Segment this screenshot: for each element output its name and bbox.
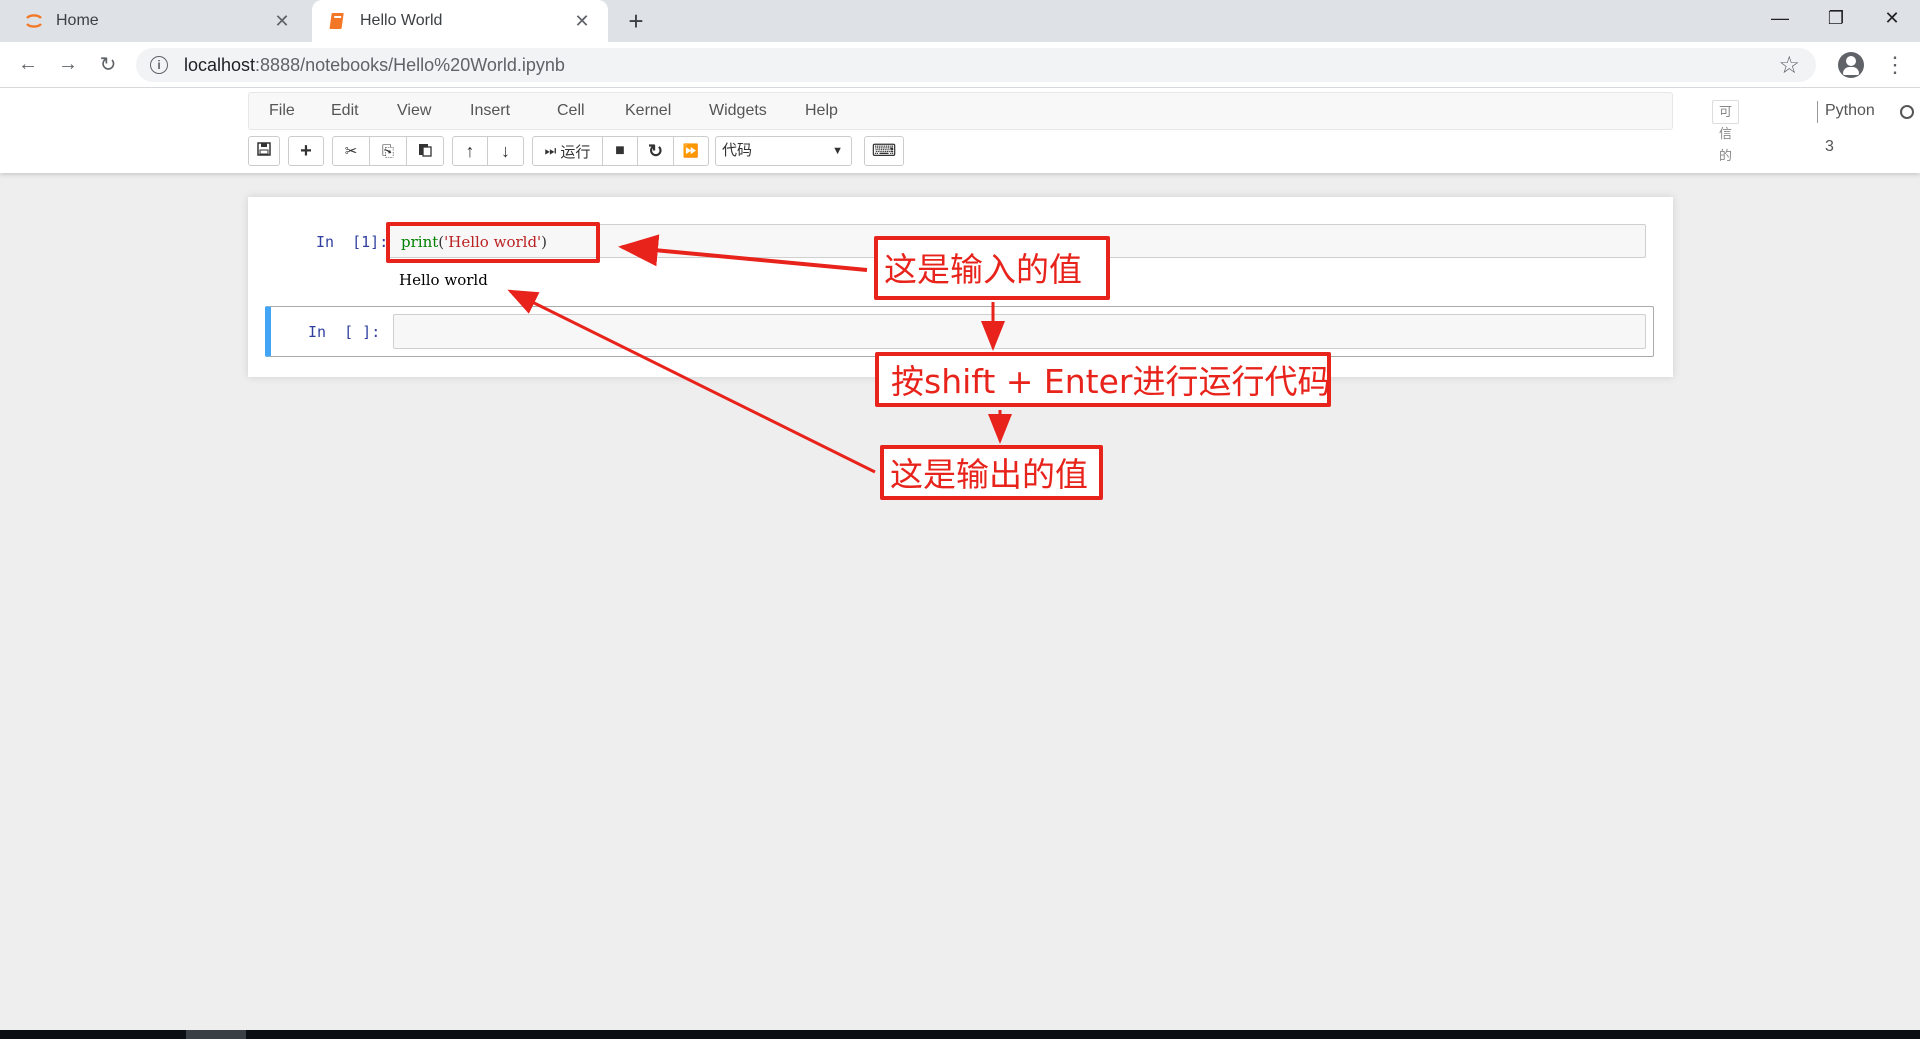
input-prompt: In [1]: <box>316 233 389 251</box>
annotation-input-text: 这是输入的值 <box>884 250 1082 289</box>
annotation-output: 这是输出的值 <box>880 445 1103 500</box>
menu-widgets[interactable]: Widgets <box>697 93 779 129</box>
save-button[interactable] <box>248 136 280 166</box>
arrow-down-icon: ↓ <box>501 140 510 161</box>
cell-output: Hello world <box>399 271 488 289</box>
info-icon[interactable]: i <box>150 56 168 74</box>
window-controls: — ❐ ✕ <box>1752 0 1920 36</box>
tab-title: Hello World <box>360 12 443 29</box>
kernel-separator <box>1817 101 1818 123</box>
star-icon[interactable]: ☆ <box>1778 51 1800 80</box>
close-icon[interactable]: ✕ <box>272 11 292 32</box>
annotation-run-text: 按shift + Enter进行运行代码 <box>891 362 1331 401</box>
reload-icon[interactable]: ↻ <box>92 48 124 80</box>
copy-button[interactable]: ⎘ <box>369 136 407 166</box>
window-close-icon[interactable]: ✕ <box>1864 0 1920 36</box>
copy-icon: ⎘ <box>381 142 394 160</box>
menu-view[interactable]: View <box>385 93 443 129</box>
paste-button[interactable] <box>406 136 444 166</box>
plus-icon: + <box>300 139 312 162</box>
command-palette-button[interactable]: ⌨ <box>864 136 904 166</box>
menu-file[interactable]: File <box>257 93 307 129</box>
address-bar[interactable]: i localhost:8888/notebooks/Hello%20World… <box>136 48 1816 82</box>
taskbar <box>0 1030 1920 1039</box>
kernel-name[interactable]: Python 3 <box>1825 93 1875 155</box>
move-down-button[interactable]: ↓ <box>487 136 524 166</box>
cut-button[interactable]: ✂ <box>332 136 370 166</box>
close-icon[interactable]: ✕ <box>572 11 592 32</box>
fast-forward-icon: ⏩ <box>682 143 700 158</box>
menubar: File Edit View Insert Cell Kernel Widget… <box>248 92 1914 163</box>
menu-icon[interactable]: ⋮ <box>1884 50 1906 80</box>
tab-title: Home <box>56 12 99 29</box>
jupyter-header: File Edit View Insert Cell Kernel Widget… <box>0 88 1920 173</box>
annotation-output-text: 这是输出的值 <box>890 455 1088 494</box>
restart-button[interactable]: ↻ <box>637 136 674 166</box>
url-host: localhost <box>184 54 256 75</box>
menu-help[interactable]: Help <box>793 93 850 129</box>
input-highlight-box <box>386 222 600 263</box>
run-label: 运行 <box>560 143 591 161</box>
taskbar-active-item[interactable] <box>186 1030 246 1039</box>
kernel-idle-indicator-icon <box>1900 105 1914 119</box>
arrow-up-icon: ↑ <box>465 140 475 161</box>
input-prompt: In [ ]: <box>308 323 381 341</box>
save-icon <box>257 142 271 160</box>
minimize-icon[interactable]: — <box>1752 0 1808 36</box>
menu-edit[interactable]: Edit <box>319 93 371 129</box>
back-icon[interactable]: ← <box>12 48 44 80</box>
restart-icon: ↻ <box>647 140 664 161</box>
profile-icon[interactable] <box>1838 52 1864 78</box>
paste-icon <box>418 142 432 161</box>
tab-hello-world[interactable]: Hello World ✕ <box>312 0 608 42</box>
browser-tab-strip: Home ✕ Hello World ✕ + — ❐ ✕ <box>0 0 1920 42</box>
cell-type-value: 代码 <box>722 142 753 159</box>
restart-run-all-button[interactable]: ⏩ <box>673 136 709 166</box>
trusted-badge[interactable]: 可信的 <box>1712 100 1740 163</box>
annotation-run: 按shift + Enter进行运行代码 <box>875 352 1331 407</box>
menu-cell[interactable]: Cell <box>545 93 597 129</box>
new-tab-button[interactable]: + <box>620 6 652 36</box>
code-cell-input-empty[interactable] <box>393 314 1646 349</box>
jupyter-logo-icon <box>24 11 44 31</box>
cell-type-select[interactable]: 代码 ▼ <box>715 136 852 166</box>
insert-cell-button[interactable]: + <box>288 136 324 166</box>
run-button[interactable]: ⏭ 运行 <box>532 136 603 166</box>
step-forward-icon: ⏭ <box>544 143 557 158</box>
keyboard-icon: ⌨ <box>871 141 897 160</box>
interrupt-button[interactable]: ■ <box>602 136 638 166</box>
forward-icon[interactable]: → <box>52 48 84 80</box>
notebook-icon <box>328 11 348 31</box>
browser-toolbar: ← → ↻ i localhost:8888/notebooks/Hello%2… <box>0 42 1920 88</box>
restore-icon[interactable]: ❐ <box>1808 0 1864 36</box>
menu-insert[interactable]: Insert <box>458 93 522 129</box>
menu-kernel[interactable]: Kernel <box>613 93 683 129</box>
stop-icon: ■ <box>615 142 625 159</box>
scissors-icon: ✂ <box>344 143 358 160</box>
tab-home[interactable]: Home ✕ <box>8 0 308 42</box>
move-up-button[interactable]: ↑ <box>452 136 488 166</box>
url-text[interactable]: localhost:8888/notebooks/Hello%20World.i… <box>184 55 565 76</box>
chevron-down-icon: ▼ <box>832 145 843 157</box>
annotation-input: 这是输入的值 <box>874 236 1110 300</box>
url-path: :8888/notebooks/Hello%20World.ipynb <box>255 54 565 75</box>
